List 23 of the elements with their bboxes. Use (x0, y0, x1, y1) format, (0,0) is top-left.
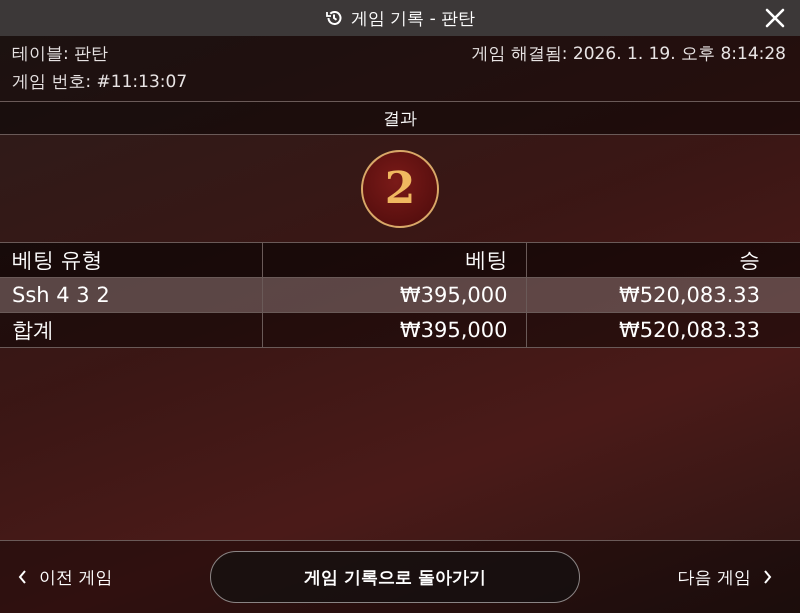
next-game-link[interactable]: 다음 게임 (678, 566, 772, 588)
history-icon (324, 9, 343, 27)
close-icon (764, 7, 786, 29)
table-label: 테이블: 판탄 (12, 43, 110, 65)
previous-game-link[interactable]: 이전 게임 (18, 566, 112, 588)
table-cell: ₩395,000 (262, 278, 526, 312)
resolved-time: 게임 해결됨: 2026. 1. 19. 오후 8:14:28 (471, 43, 786, 66)
window-title: 게임 기록 - 판탄 (350, 8, 476, 30)
chevron-right-icon (763, 570, 772, 584)
chevron-left-icon (18, 570, 27, 584)
back-to-history-button[interactable]: 게임 기록으로 돌아가기 (210, 551, 580, 603)
table-cell: ₩395,000 (262, 312, 526, 348)
result-heading: 결과 (383, 108, 417, 130)
column-header: 베팅 (262, 242, 526, 278)
table-cell: Ssh 4 3 2 (0, 278, 262, 312)
game-number: 게임 번호: #11:13:07 (12, 71, 188, 93)
table-cell: ₩520,083.33 (526, 312, 800, 348)
result-ball: 2 (361, 150, 439, 228)
table-cell: 합계 (0, 312, 262, 348)
column-header: 베팅 유형 (0, 242, 262, 278)
close-button[interactable] (764, 7, 786, 29)
column-header: 승 (526, 242, 800, 278)
table-cell: ₩520,083.33 (526, 278, 800, 312)
